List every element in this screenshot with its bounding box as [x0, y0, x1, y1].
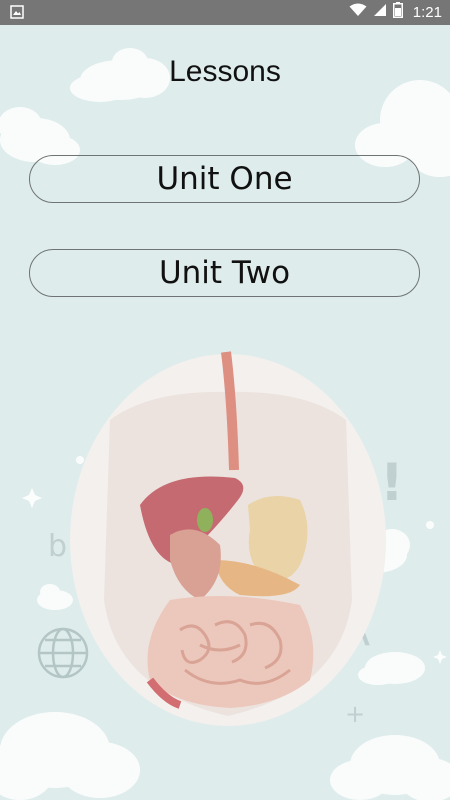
- image-icon: [10, 5, 24, 24]
- cloud-icon: [0, 712, 140, 800]
- cloud-icon: [37, 584, 73, 610]
- status-icons: 1:21: [349, 0, 442, 25]
- status-bar: 1:21: [0, 0, 450, 25]
- battery-icon: [392, 2, 403, 23]
- background-illustration: b A ! +: [0, 48, 450, 800]
- status-time: 1:21: [412, 4, 442, 21]
- cloud-icon: [358, 652, 425, 685]
- unit-two-button[interactable]: Unit Two: [29, 249, 420, 297]
- letter-b: b: [48, 529, 67, 564]
- sparkle-icon: [433, 650, 447, 664]
- cloud-icon: [330, 735, 450, 800]
- sparkle-icon: [22, 488, 42, 508]
- page-title: Lessons: [169, 55, 281, 88]
- exclamation-mark: !: [380, 453, 404, 513]
- wifi-icon: [349, 3, 367, 22]
- plus-sign: +: [345, 700, 365, 728]
- signal-icon: [373, 3, 387, 22]
- globe-icon: [37, 627, 89, 679]
- unit-one-button[interactable]: Unit One: [29, 155, 420, 203]
